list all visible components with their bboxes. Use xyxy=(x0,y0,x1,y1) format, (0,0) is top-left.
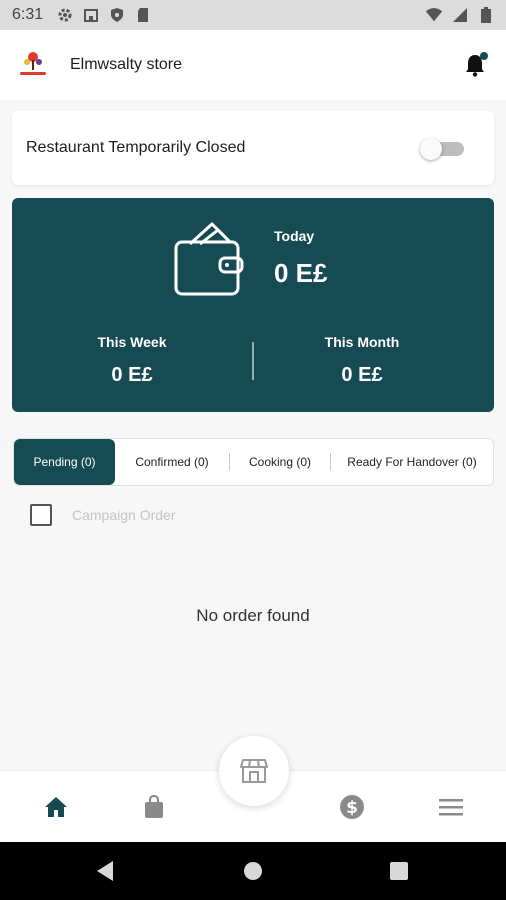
notification-dot xyxy=(480,52,488,60)
system-home-button[interactable] xyxy=(242,860,264,882)
this-week-value: 0 E£ xyxy=(111,364,153,386)
shield-icon xyxy=(109,7,125,23)
system-navigation-bar xyxy=(0,842,506,900)
nav-wallet-button[interactable]: $ xyxy=(334,789,370,825)
campaign-order-checkbox[interactable] xyxy=(30,504,52,526)
temporarily-closed-toggle[interactable] xyxy=(420,138,466,160)
tab-cooking[interactable]: Cooking (0) xyxy=(230,439,330,485)
notifications-button[interactable] xyxy=(460,50,490,80)
tab-confirmed[interactable]: Confirmed (0) xyxy=(115,439,229,485)
this-month-value: 0 E£ xyxy=(341,364,383,386)
temporarily-closed-card: Restaurant Temporarily Closed xyxy=(12,111,494,185)
svg-text:$: $ xyxy=(346,798,358,818)
wifi-icon xyxy=(426,7,442,23)
toggle-knob xyxy=(420,138,442,160)
empty-state-message: No order found xyxy=(196,606,310,625)
home-icon xyxy=(45,797,67,817)
store-name: Elmwsalty store xyxy=(70,56,183,73)
sd-card-icon xyxy=(135,7,151,23)
nav-menu-button[interactable] xyxy=(433,789,469,825)
cellular-icon xyxy=(452,7,468,23)
this-week-label: This Week xyxy=(97,334,167,350)
battery-icon xyxy=(478,7,494,23)
status-time: 6:31 xyxy=(12,6,44,23)
status-bar: 6:31 xyxy=(0,0,506,30)
campaign-order-filter: Campaign Order xyxy=(30,504,176,526)
settings-icon xyxy=(57,7,73,23)
campaign-order-label: Campaign Order xyxy=(72,507,176,523)
orders-bag-icon xyxy=(145,795,163,818)
nav-home-button[interactable] xyxy=(38,789,74,825)
today-value: 0 E£ xyxy=(274,258,328,288)
order-status-tabs: Pending (0) Confirmed (0) Cooking (0) Re… xyxy=(13,438,494,486)
store-fab-button[interactable] xyxy=(219,736,289,806)
today-label: Today xyxy=(274,228,315,244)
this-month-label: This Month xyxy=(324,334,400,350)
store-logo xyxy=(16,48,50,82)
store-icon xyxy=(83,7,99,23)
recents-square-icon xyxy=(390,862,408,880)
tab-pending[interactable]: Pending (0) xyxy=(14,439,115,485)
wallet-icon xyxy=(172,220,248,298)
earnings-card: Today 0 E£ This Week 0 E£ This Month 0 E… xyxy=(12,198,494,412)
tab-ready-for-handover[interactable]: Ready For Handover (0) xyxy=(331,439,493,485)
system-back-button[interactable] xyxy=(94,860,116,882)
temporarily-closed-label: Restaurant Temporarily Closed xyxy=(26,139,246,156)
nav-orders-button[interactable] xyxy=(136,789,172,825)
system-recents-button[interactable] xyxy=(388,860,410,882)
dollar-icon: $ xyxy=(340,795,364,819)
store-icon xyxy=(240,759,268,783)
menu-icon xyxy=(439,799,463,816)
app-bar: Elmwsalty store xyxy=(0,30,506,100)
back-triangle-icon xyxy=(97,861,113,881)
home-circle-icon xyxy=(244,862,262,880)
